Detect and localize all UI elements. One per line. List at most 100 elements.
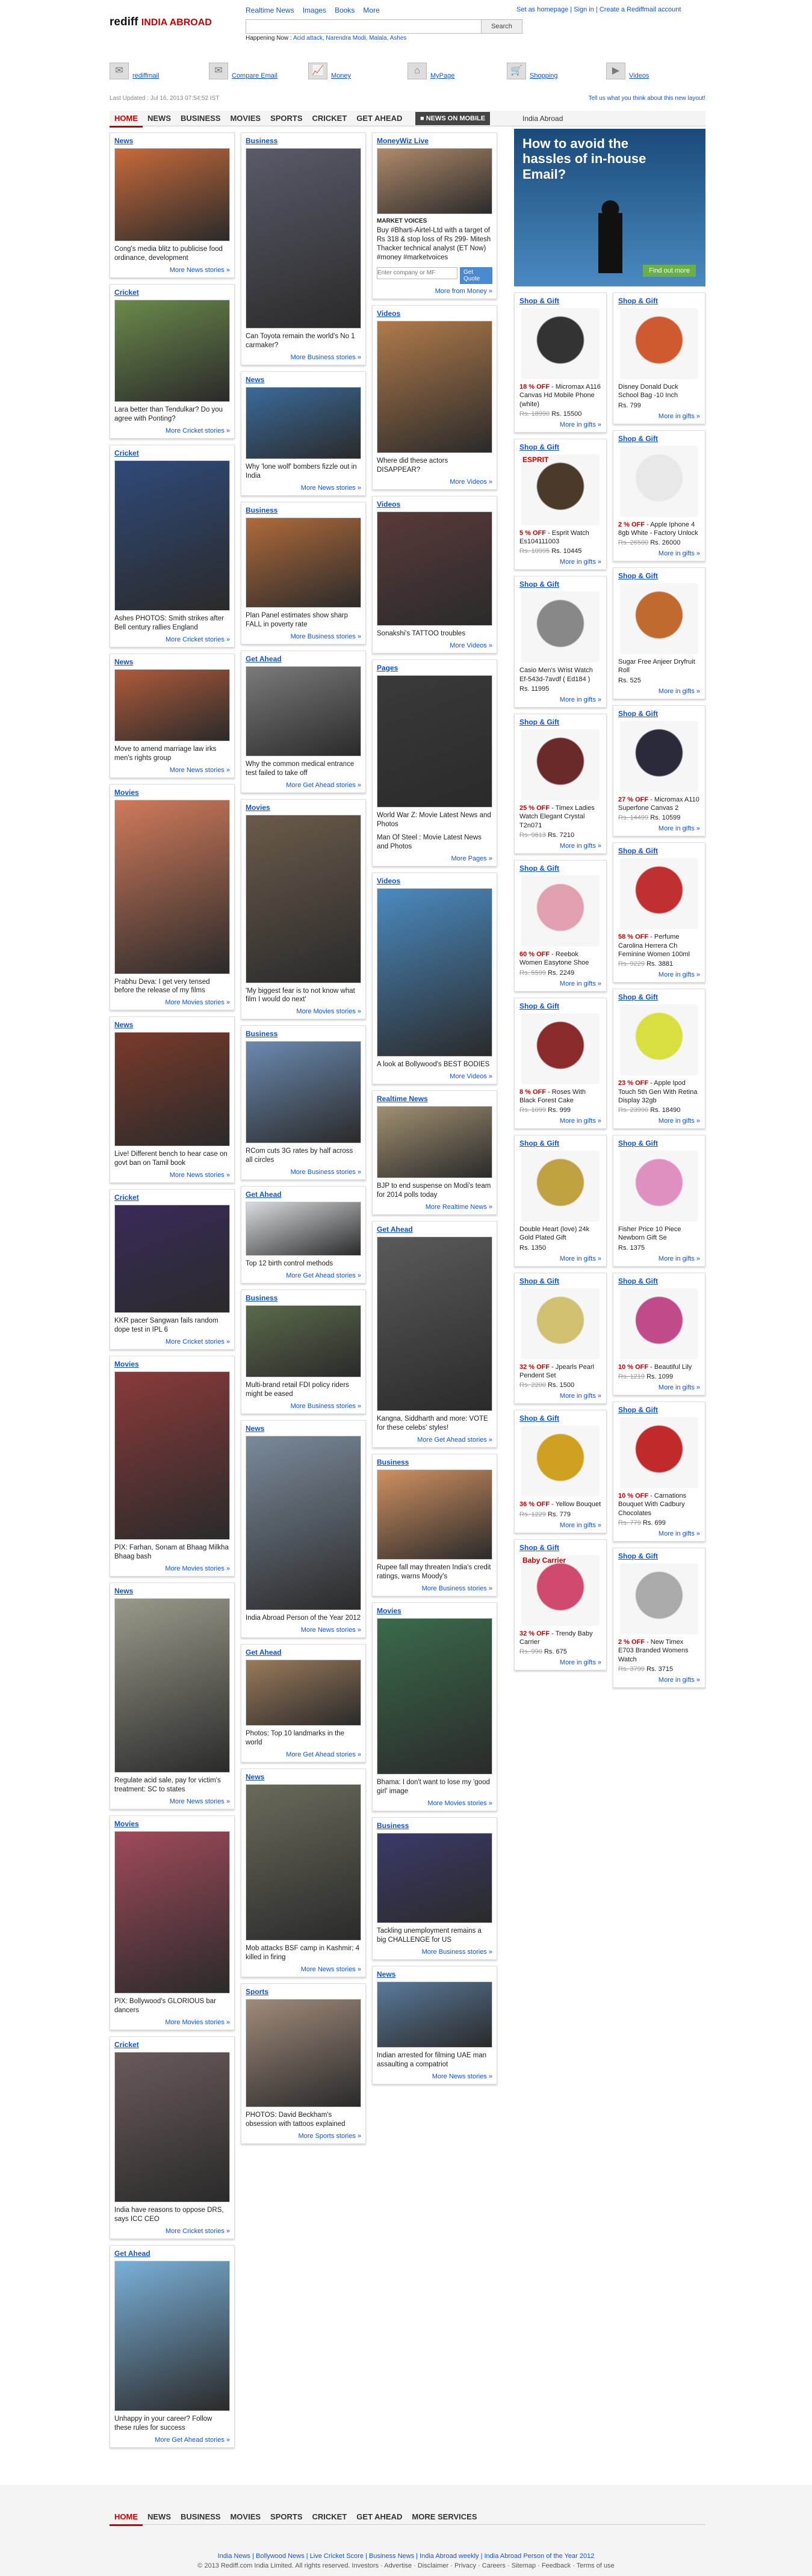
story-caption[interactable]: Cong's media blitz to publicise food ord… [114,245,230,263]
service-0[interactable]: ✉ rediffmail [110,63,200,84]
gift-image[interactable] [620,858,698,930]
card-header[interactable]: Cricket [114,449,230,457]
story-photo[interactable] [377,1237,492,1412]
gift-image[interactable]: ESPRIT [521,454,600,525]
gift-name[interactable]: 32 % OFF - Trendy Baby Carrier [519,1629,601,1647]
gift-name[interactable]: 18 % OFF - Micromax A116 Canvas Hd Mobil… [519,383,601,409]
story-photo[interactable] [377,675,492,808]
more-stories-link[interactable]: More News stories » [377,2073,492,2080]
gift-name[interactable]: Fisher Price 10 Piece Newborn Gift Se [618,1225,700,1243]
top-link-2[interactable]: Books [335,6,355,14]
nav-item-3[interactable]: MOVIES [225,111,265,126]
story-photo[interactable] [246,1784,361,1941]
story-caption[interactable]: India Abroad Person of the Year 2012 [246,1614,361,1623]
gift-header[interactable]: Shop & Gift [618,1277,700,1285]
gift-header[interactable]: Shop & Gift [519,580,601,588]
card-header[interactable]: News [114,1587,230,1595]
gift-header[interactable]: Shop & Gift [519,443,601,451]
nav-item-2[interactable]: BUSINESS [176,111,225,126]
happening-links[interactable]: Acid attack, Narendra Modi, Malala, Ashe… [293,35,406,42]
card-header[interactable]: Business [377,1458,492,1466]
gift-image[interactable] [521,1288,600,1359]
more-stories-link[interactable]: More from Money » [377,288,492,295]
story-photo[interactable] [377,888,492,1057]
story-caption[interactable]: Plan Panel estimates show sharp FALL in … [246,611,361,629]
story-caption[interactable]: Prabhu Deva: I get very tensed before th… [114,978,230,996]
story-caption[interactable]: PIX: Farhan, Sonam at Bhaag Milkha Bhaag… [114,1543,230,1561]
nav-item-2[interactable]: BUSINESS [176,2509,225,2524]
card-header[interactable]: News [377,1970,492,1978]
card-header[interactable]: News [114,658,230,666]
card-header[interactable]: News [246,1424,361,1433]
get-quote-button[interactable]: Get Quote [460,267,492,284]
gift-name[interactable]: 10 % OFF - Beautiful Lily [618,1363,700,1371]
more-gifts-link[interactable]: More in gifts » [618,971,700,978]
nav-item-6[interactable]: GET AHEAD [352,111,407,126]
card-header[interactable]: Cricket [114,2040,230,2049]
more-stories-link[interactable]: More News stories » [246,1626,361,1634]
story-caption[interactable]: Lara better than Tendulkar? Do you agree… [114,406,230,424]
more-stories-link[interactable]: More News stories » [246,484,361,492]
story-photo[interactable] [377,1832,492,1923]
card-header[interactable]: News [114,137,230,145]
gift-image[interactable] [620,1417,698,1489]
gift-name[interactable]: 25 % OFF - Timex Ladies Watch Elegant Cr… [519,804,601,830]
ad-cta-button[interactable]: Find out more [643,265,696,277]
story-photo[interactable] [377,511,492,626]
ad-banner[interactable]: How to avoid the hassles of in-house Ema… [514,129,705,286]
story-caption[interactable]: Unhappy in your career? Follow these rul… [114,2415,230,2433]
story-caption[interactable]: India have reasons to oppose DRS, says I… [114,2206,230,2224]
more-stories-link[interactable]: More News stories » [114,1798,230,1805]
search-input[interactable] [246,20,475,33]
more-gifts-link[interactable]: More in gifts » [618,550,700,557]
story-photo[interactable] [114,2260,230,2411]
card-header[interactable]: Get Ahead [246,655,361,663]
story-photo[interactable] [246,1202,361,1256]
more-gifts-link[interactable]: More in gifts » [618,1384,700,1391]
gift-name[interactable]: 27 % OFF - Micromax A110 Superfone Canva… [618,795,700,813]
gift-image[interactable] [620,1151,698,1222]
story-caption[interactable]: World War Z: Movie Latest News and Photo… [377,811,492,829]
story-caption[interactable]: Indian arrested for filming UAE man assa… [377,2051,492,2069]
service-5[interactable]: ▶ Videos [606,63,696,84]
top-link-3[interactable]: More [363,6,379,14]
gift-image[interactable] [521,729,600,801]
story-photo[interactable] [246,1998,361,2107]
story-caption[interactable]: Photos: Top 10 landmarks in the world [246,1729,361,1747]
card-header[interactable]: Get Ahead [377,1225,492,1234]
story-caption[interactable]: Rupee fall may threaten India's credit r… [377,1563,492,1581]
signin-link[interactable]: Sign in [574,6,594,13]
more-stories-link[interactable]: More Movies stories » [377,1800,492,1807]
more-gifts-link[interactable]: More in gifts » [519,1117,601,1125]
gift-header[interactable]: Shop & Gift [519,864,601,873]
gift-header[interactable]: Shop & Gift [519,1139,601,1147]
gift-header[interactable]: Shop & Gift [519,718,601,726]
more-stories-link[interactable]: More Videos » [377,642,492,649]
gift-header[interactable]: Shop & Gift [519,297,601,305]
card-header[interactable]: Business [246,506,361,514]
gift-name[interactable]: 23 % OFF - Apple Ipod Touch 5th Gen With… [618,1079,700,1105]
more-gifts-link[interactable]: More in gifts » [618,1676,700,1684]
top-link-0[interactable]: Realtime News [246,6,294,14]
nav-item-1[interactable]: NEWS [143,2509,176,2524]
quote-input[interactable] [377,267,457,279]
card-header[interactable]: Movies [114,788,230,797]
story-photo[interactable] [377,1469,492,1560]
logo[interactable]: rediff INDIA ABROAD [110,16,212,29]
story-caption[interactable]: Why 'lone wolf' bombers fizzle out in In… [246,463,361,481]
gift-image[interactable] [620,308,698,379]
story-caption[interactable]: Multi-brand retail FDI policy riders mig… [246,1381,361,1399]
gift-image[interactable] [620,445,698,517]
service-3[interactable]: ⌂ MyPage [408,63,498,84]
story-photo[interactable] [246,666,361,756]
card-header[interactable]: Videos [377,309,492,318]
story-photo[interactable] [246,1436,361,1611]
service-1[interactable]: ✉ Compare Email [209,63,299,84]
story-caption[interactable]: Where did these actors DISAPPEAR? [377,457,492,475]
story-caption[interactable]: Buy #Bharti-Airtel-Ltd with a target of … [377,226,492,262]
card-header[interactable]: Business [246,137,361,145]
more-stories-link[interactable]: More Sports stories » [246,2133,361,2140]
more-stories-link[interactable]: More News stories » [114,1172,230,1179]
more-stories-link[interactable]: More Get Ahead stories » [377,1436,492,1444]
story-photo[interactable] [377,320,492,453]
